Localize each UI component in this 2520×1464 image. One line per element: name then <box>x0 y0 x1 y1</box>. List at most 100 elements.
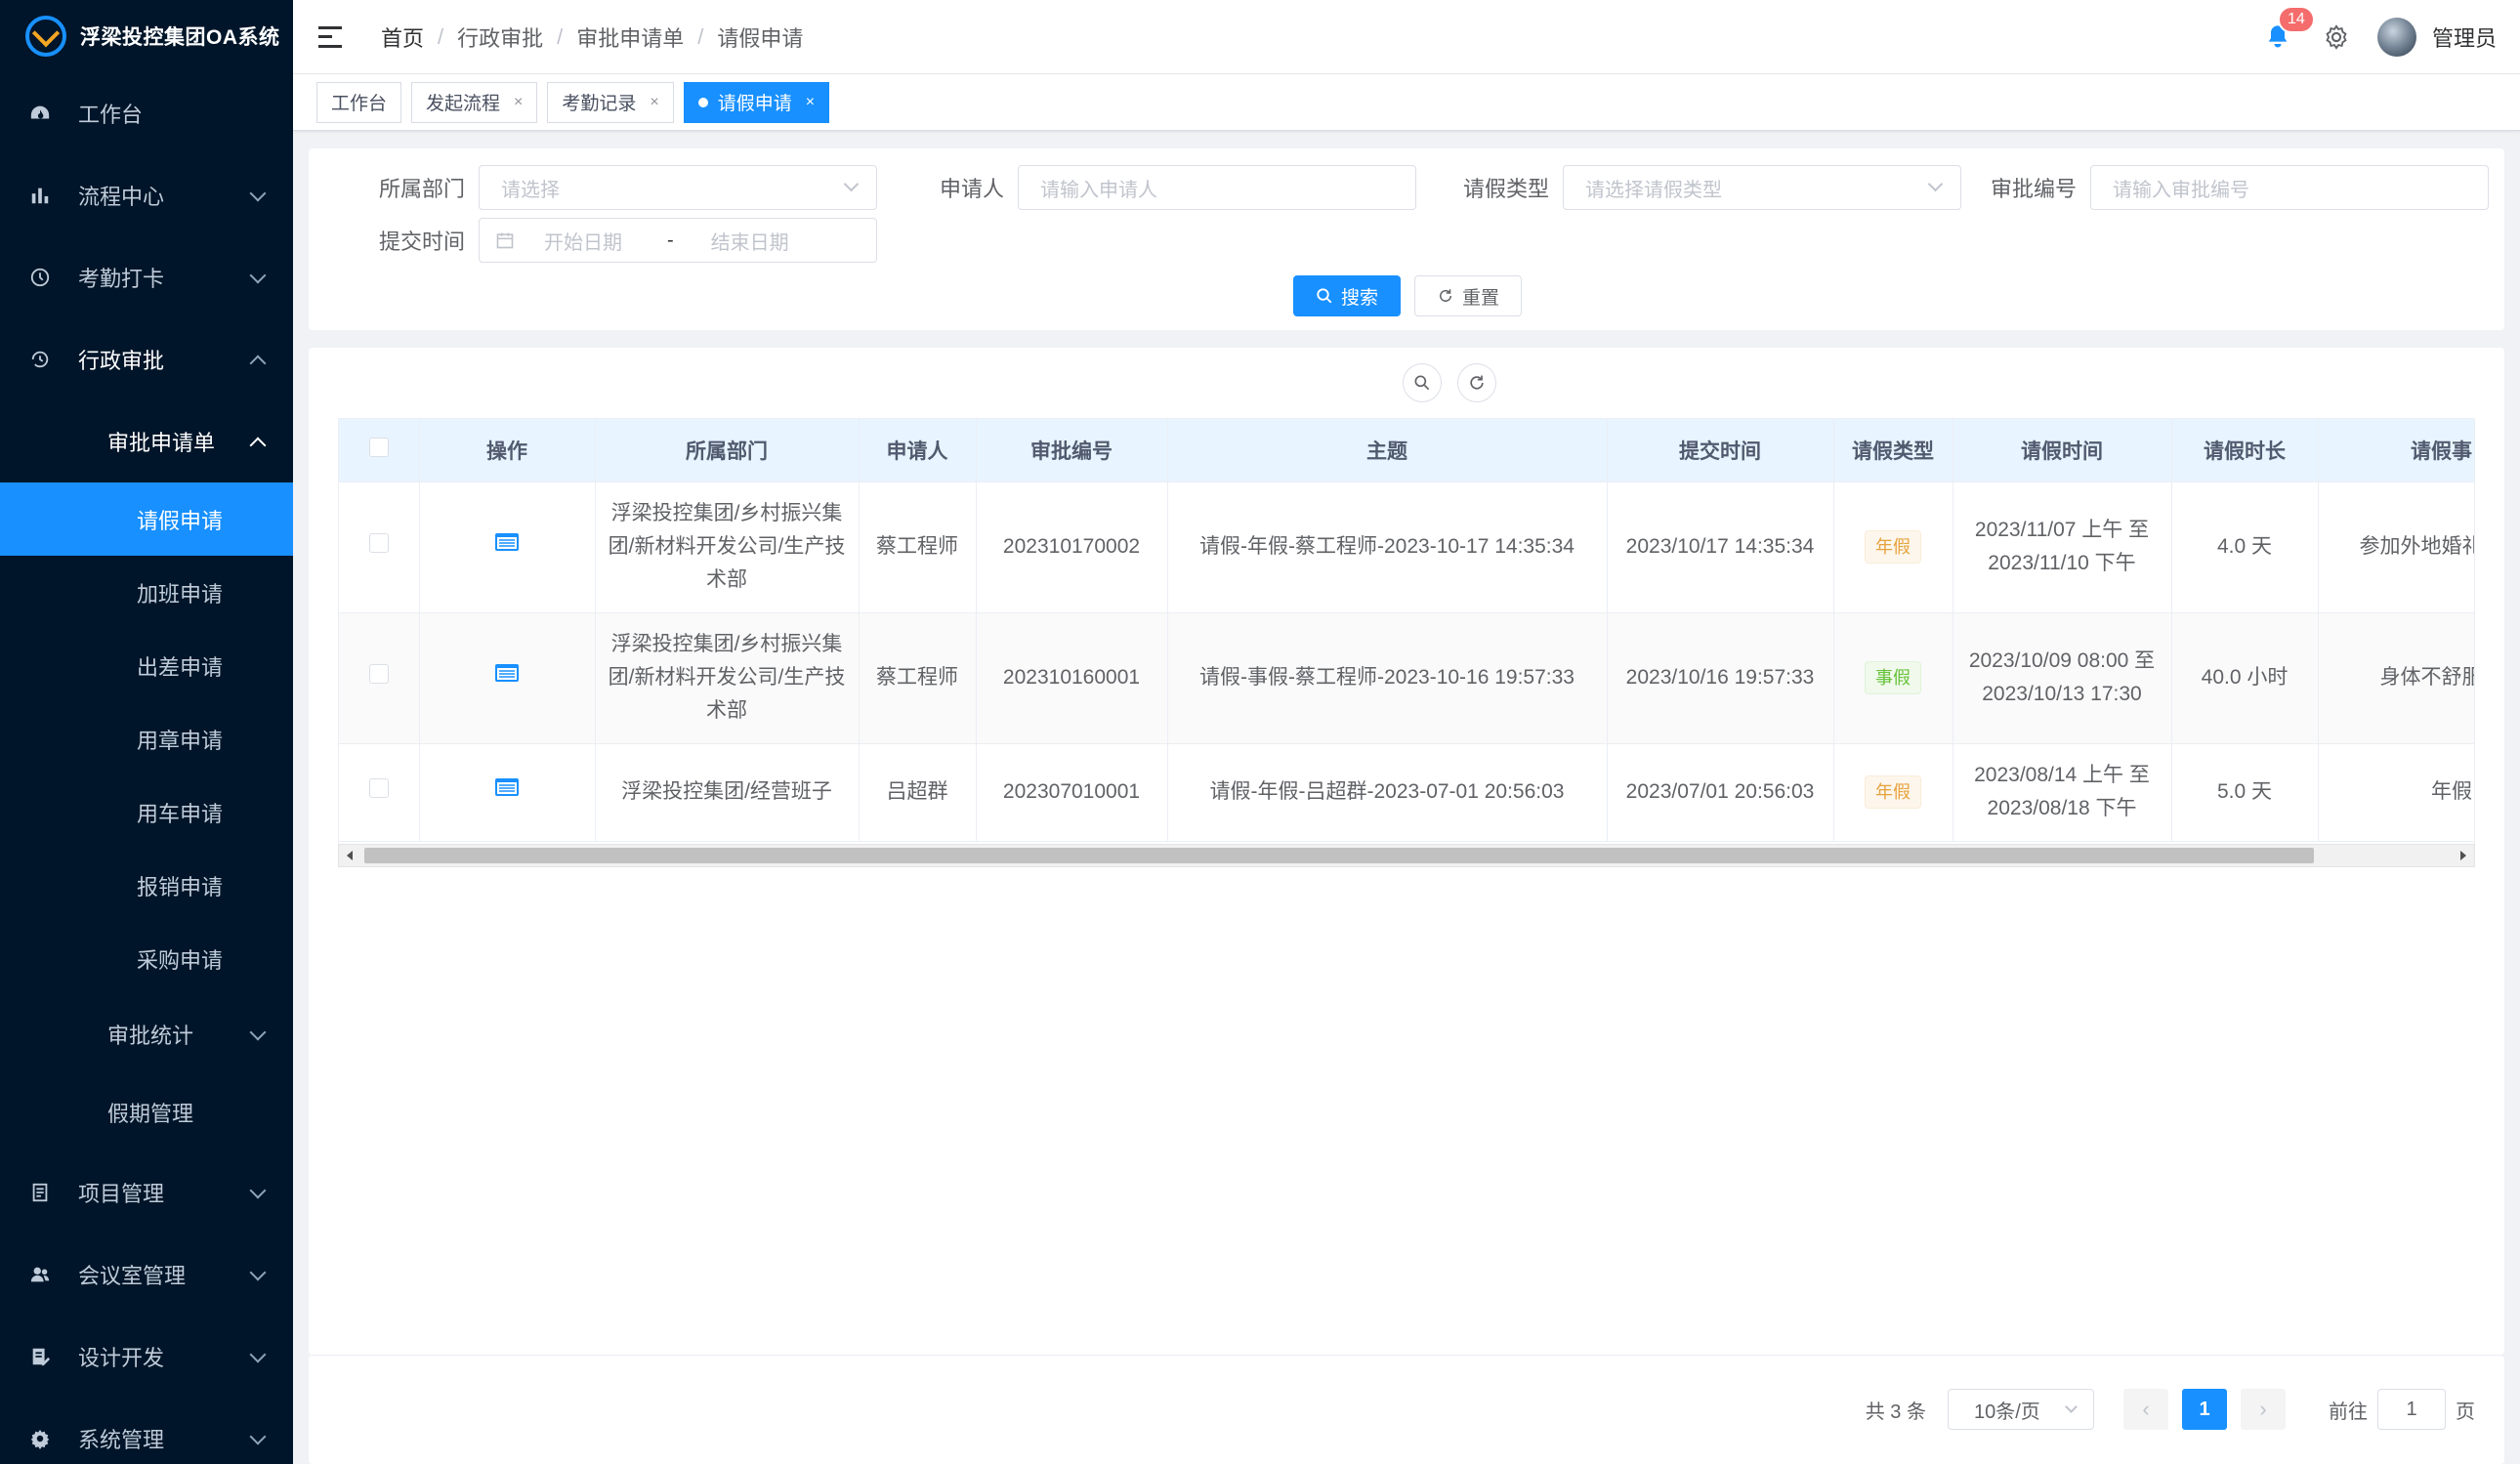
cell-applicant: 蔡工程师 <box>859 481 977 613</box>
chevron-down-icon <box>249 1264 267 1281</box>
table-horizontal-scrollbar[interactable] <box>338 844 2475 867</box>
table-row[interactable]: 浮梁投控集团/经营班子 吕超群 202307010001 请假-年假-吕超群-2… <box>339 743 2474 842</box>
breadcrumb-item[interactable]: 审批申请单 <box>576 21 684 53</box>
leave-type-tag: 事假 <box>1865 661 1921 694</box>
submit-time-label: 提交时间 <box>378 230 465 254</box>
notification-bell-icon[interactable]: 14 <box>2264 6 2315 51</box>
submit-date-range-picker[interactable]: 开始日期 - 结束日期 <box>479 218 877 263</box>
sidebar-subgroup-label: 审批统计 <box>107 1024 194 1048</box>
page-size-select[interactable]: 10条/页 <box>1948 1389 2094 1430</box>
breadcrumb-item[interactable]: 首页 <box>381 21 424 53</box>
chevron-down-icon <box>249 267 267 284</box>
column-header: 操作 <box>419 419 596 482</box>
sidebar-item-project-management[interactable]: 项目管理 <box>0 1151 293 1234</box>
chevron-down-icon <box>249 185 267 202</box>
sidebar-item-system-management[interactable]: 系统管理 <box>0 1398 293 1464</box>
user-name[interactable]: 管理员 <box>2432 21 2497 53</box>
sidebar-item-label: 项目管理 <box>78 1182 165 1206</box>
approval-code-input[interactable]: 请输入审批编号 <box>2090 165 2489 210</box>
start-date-placeholder[interactable]: 开始日期 <box>544 227 651 255</box>
next-page-button[interactable]: › <box>2241 1389 2286 1430</box>
menu-toggle-icon[interactable] <box>318 25 342 48</box>
sidebar-item-holiday-management[interactable]: 假期管理 <box>0 1073 293 1151</box>
breadcrumb-item[interactable]: 行政审批 <box>457 21 543 53</box>
sidebar-leaf-reimbursement-request[interactable]: 报销申请 <box>0 849 293 922</box>
sidebar-leaf-business-trip-request[interactable]: 出差申请 <box>0 629 293 702</box>
goto-page-input[interactable]: 1 <box>2377 1389 2446 1430</box>
chevron-up-icon <box>249 355 267 372</box>
scrollbar-thumb[interactable] <box>364 848 2314 863</box>
tag-label: 发起流程 <box>426 94 501 114</box>
sidebar-item-admin-approval[interactable]: 行政审批 <box>0 318 293 400</box>
search-button[interactable]: 搜索 <box>1293 275 1401 316</box>
close-icon[interactable]: × <box>514 94 523 111</box>
cell-dept: 浮梁投控集团/乡村振兴集团/新材料开发公司/生产技术部 <box>595 612 860 744</box>
prev-page-button[interactable]: ‹ <box>2123 1389 2168 1430</box>
sidebar-item-process-center[interactable]: 流程中心 <box>0 154 293 236</box>
table-row[interactable]: 浮梁投控集团/乡村振兴集团/新材料开发公司/生产技术部 蔡工程师 2023101… <box>339 481 2474 613</box>
refresh-table-button[interactable] <box>1457 363 1496 402</box>
row-checkbox[interactable] <box>368 664 389 684</box>
leave-type-label: 请假类型 <box>1462 177 1549 201</box>
sidebar-leaf-seal-request[interactable]: 用章申请 <box>0 702 293 775</box>
app-logo[interactable]: 浮梁投控集团OA系统 <box>0 0 293 72</box>
row-checkbox[interactable] <box>368 533 389 553</box>
cell-applicant: 蔡工程师 <box>859 612 977 744</box>
sidebar-item-workbench[interactable]: 工作台 <box>0 72 293 154</box>
cell-duration: 5.0 天 <box>2171 743 2319 842</box>
cell-submit-time: 2023/07/01 20:56:03 <box>1607 743 1834 842</box>
close-icon[interactable]: × <box>650 94 658 111</box>
sidebar-item-label: 流程中心 <box>78 185 165 209</box>
app-title: 浮梁投控集团OA系统 <box>80 26 280 49</box>
view-detail-icon[interactable] <box>494 531 520 553</box>
column-header: 请假类型 <box>1833 419 1953 482</box>
close-icon[interactable]: × <box>806 94 815 111</box>
tag-attendance-records[interactable]: 考勤记录 × <box>547 81 674 123</box>
reset-button[interactable]: 重置 <box>1414 275 1522 316</box>
sidebar-subgroup-approval-stats[interactable]: 审批统计 <box>0 995 293 1073</box>
scroll-right-arrow-icon[interactable] <box>2460 851 2466 860</box>
sidebar-leaf-leave-request[interactable]: 请假申请 <box>0 482 293 556</box>
sidebar-item-attendance[interactable]: 考勤打卡 <box>0 236 293 318</box>
cell-subject: 请假-事假-蔡工程师-2023-10-16 19:57:33 <box>1167 612 1608 744</box>
sidebar-item-design-dev[interactable]: 设计开发 <box>0 1316 293 1398</box>
view-detail-icon[interactable] <box>494 776 520 798</box>
cell-reason: 参加外地婚礼请休假 <box>2318 481 2474 613</box>
table-panel: 操作 所属部门 申请人 审批编号 主题 提交时间 请假类型 请假时间 请假时长 … <box>309 348 2504 1355</box>
toggle-search-button[interactable] <box>1403 363 1442 402</box>
tag-label: 请假申请 <box>717 94 792 114</box>
leave-type-select[interactable]: 请选择请假类型 <box>1563 165 1961 210</box>
sidebar-leaf-purchase-request[interactable]: 采购申请 <box>0 922 293 995</box>
applicant-input[interactable]: 请输入申请人 <box>1018 165 1416 210</box>
cell-dept: 浮梁投控集团/乡村振兴集团/新材料开发公司/生产技术部 <box>595 481 860 613</box>
tag-leave-request[interactable]: 请假申请 × <box>683 81 830 123</box>
view-detail-icon[interactable] <box>494 662 520 684</box>
settings-gear-icon[interactable] <box>2323 23 2350 51</box>
tag-start-process[interactable]: 发起流程 × <box>411 81 538 123</box>
sidebar-subgroup-approval-forms[interactable]: 审批申请单 <box>0 400 293 482</box>
search-form-panel: 所属部门 请选择 申请人 请输入申请人 请假类型 请选择请假类型 审批编号 请输… <box>309 148 2504 330</box>
sidebar-leaf-vehicle-request[interactable]: 用车申请 <box>0 775 293 849</box>
chevron-down-icon <box>1927 176 1944 192</box>
sidebar-leaf-overtime-request[interactable]: 加班申请 <box>0 556 293 629</box>
table-row[interactable]: 浮梁投控集团/乡村振兴集团/新材料开发公司/生产技术部 蔡工程师 2023101… <box>339 612 2474 744</box>
scroll-left-arrow-icon[interactable] <box>347 851 353 860</box>
row-checkbox[interactable] <box>368 778 389 798</box>
dept-select[interactable]: 请选择 <box>479 165 877 210</box>
tag-workbench[interactable]: 工作台 <box>316 81 402 123</box>
bar-chart-icon <box>29 185 51 206</box>
history-icon <box>29 349 51 370</box>
cell-duration: 40.0 小时 <box>2171 612 2319 744</box>
cell-code: 202310160001 <box>976 612 1168 744</box>
end-date-placeholder[interactable]: 结束日期 <box>711 227 789 255</box>
select-all-checkbox[interactable] <box>368 437 389 457</box>
dept-placeholder: 请选择 <box>501 179 560 201</box>
sidebar-item-meeting-room[interactable]: 会议室管理 <box>0 1234 293 1316</box>
chevron-up-icon <box>249 437 267 454</box>
column-header: 提交时间 <box>1607 419 1834 482</box>
users-icon <box>29 1264 51 1285</box>
goto-suffix: 页 <box>2456 1401 2475 1423</box>
user-avatar[interactable] <box>2376 18 2416 57</box>
page-number-button[interactable]: 1 <box>2182 1389 2227 1430</box>
edit-doc-icon <box>29 1346 51 1367</box>
